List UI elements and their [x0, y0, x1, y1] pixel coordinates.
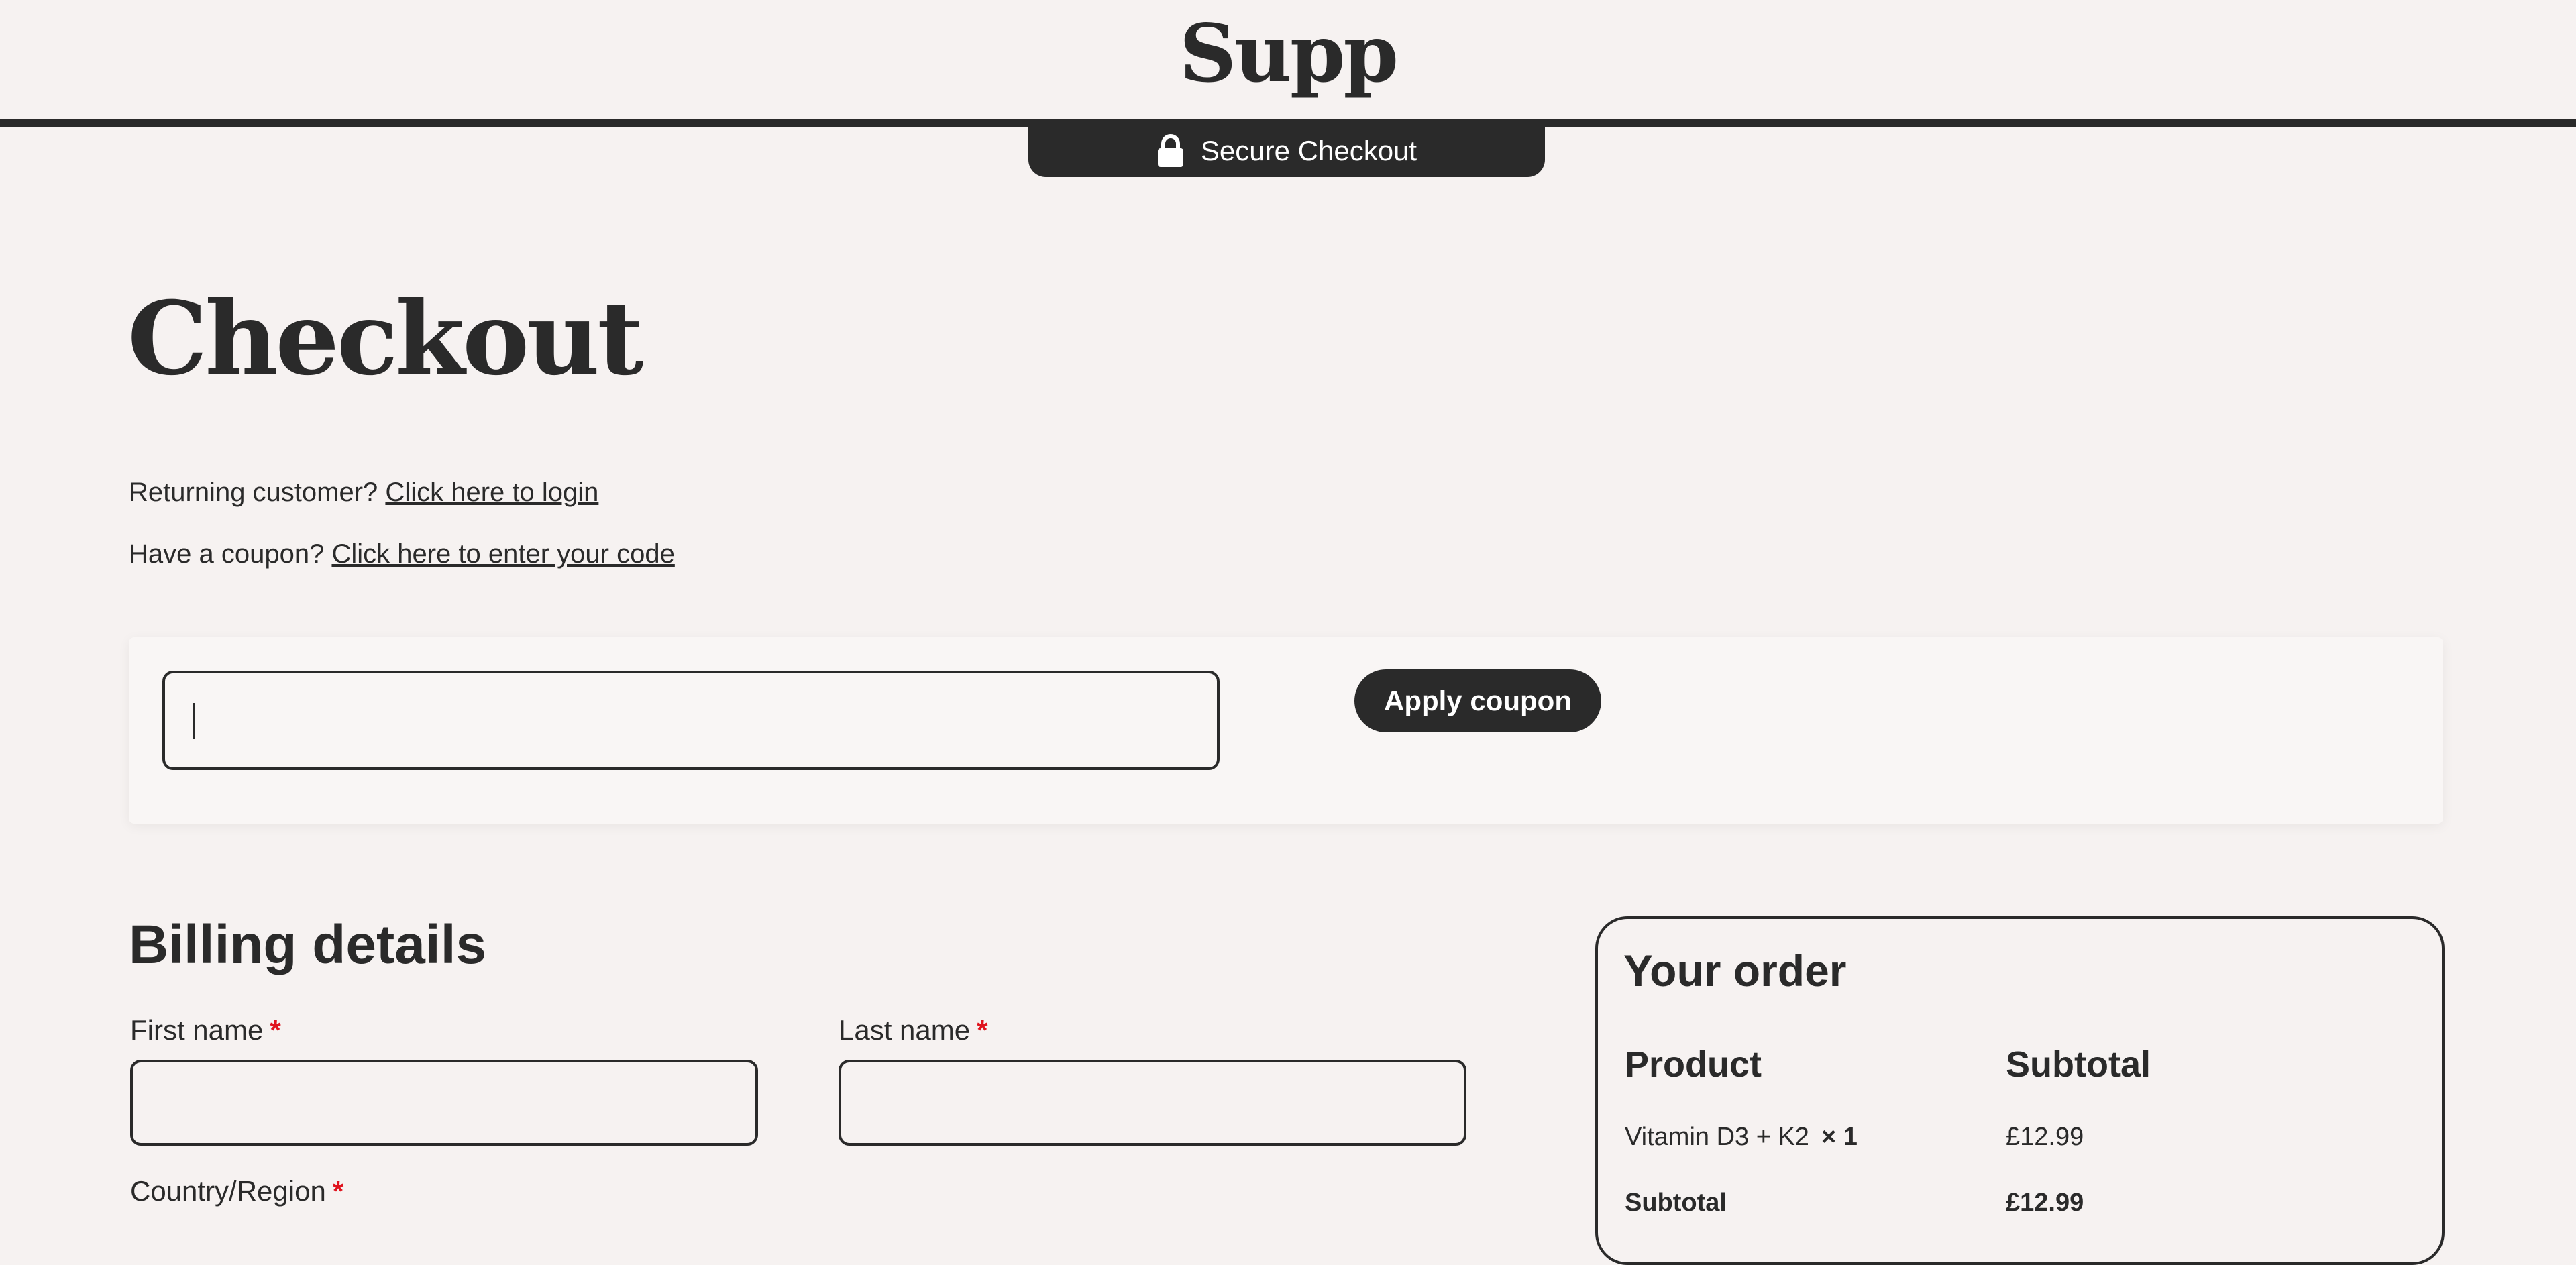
country-region-label: Country/Region * — [130, 1175, 343, 1207]
last-name-input[interactable] — [839, 1060, 1466, 1146]
secure-checkout-label: Secure Checkout — [1200, 135, 1417, 166]
required-mark: * — [270, 1014, 281, 1046]
billing-details-heading: Billing details — [129, 914, 487, 975]
order-summary-heading: Your order — [1623, 946, 1847, 995]
page-title: Checkout — [127, 280, 644, 398]
subtotal-column-header: Subtotal — [2006, 1044, 2151, 1085]
order-item-quantity: × 1 — [1821, 1123, 1858, 1151]
order-item-price: £12.99 — [2006, 1123, 2084, 1151]
enter-coupon-link[interactable]: Click here to enter your code — [331, 539, 674, 569]
order-subtotal-label: Subtotal — [1625, 1189, 1727, 1217]
country-region-label-text: Country/Region — [130, 1175, 326, 1207]
text-caret — [193, 703, 195, 739]
first-name-input[interactable] — [130, 1060, 758, 1146]
order-subtotal-value: £12.99 — [2006, 1189, 2084, 1217]
lock-icon — [1157, 134, 1183, 167]
returning-customer-text: Returning customer? — [129, 478, 378, 507]
site-logo[interactable]: Supp — [0, 7, 2576, 100]
first-name-label: First name * — [130, 1014, 281, 1046]
required-mark: * — [977, 1014, 988, 1046]
order-item-product: Vitamin D3 + K2 — [1625, 1123, 1809, 1151]
login-link[interactable]: Click here to login — [385, 478, 598, 507]
coupon-code-input[interactable] — [162, 671, 1220, 770]
site-header: Supp — [0, 0, 2576, 127]
coupon-form: Apply coupon — [129, 637, 2443, 824]
secure-checkout-badge: Secure Checkout — [1028, 125, 1545, 177]
apply-coupon-button[interactable]: Apply coupon — [1354, 669, 1601, 732]
required-mark: * — [332, 1175, 344, 1207]
order-item-name: Vitamin D3 + K2 × 1 — [1625, 1123, 1858, 1152]
coupon-notice-text: Have a coupon? — [129, 539, 325, 569]
coupon-notice: Have a coupon? Click here to enter your … — [129, 539, 675, 569]
returning-customer-notice: Returning customer? Click here to login — [129, 478, 598, 508]
first-name-label-text: First name — [130, 1014, 264, 1046]
last-name-label: Last name * — [839, 1014, 987, 1046]
last-name-label-text: Last name — [839, 1014, 971, 1046]
product-column-header: Product — [1625, 1044, 1762, 1085]
